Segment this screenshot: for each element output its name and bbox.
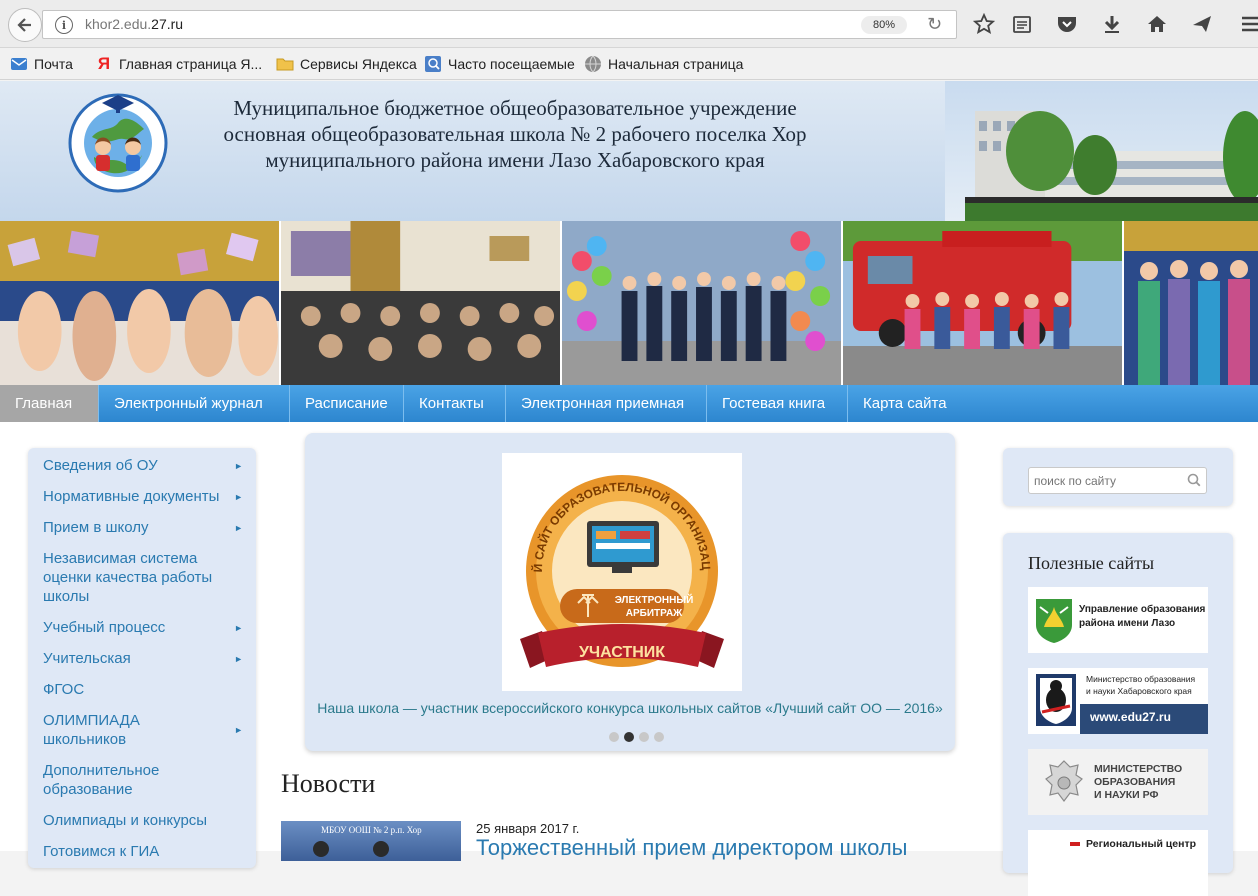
reading-list-icon[interactable] <box>1008 10 1036 38</box>
menu-item-gia[interactable]: Готовимся к ГИА <box>28 842 256 861</box>
search-panel <box>1003 448 1233 506</box>
nav-electronic-journal[interactable]: Электронный журнал <box>99 385 290 422</box>
khabarovsk-emblem-icon <box>1036 674 1076 726</box>
back-button[interactable] <box>8 8 42 42</box>
slider-dot-active[interactable] <box>624 732 634 742</box>
russian-eagle-emblem-icon <box>1045 760 1083 802</box>
site-card-lazo-education[interactable]: Управление образования района имени Лазо <box>1028 587 1208 653</box>
chevron-right-icon: ► <box>234 623 243 633</box>
menu-item-quality-assessment[interactable]: Независимая система оценки качества рабо… <box>28 549 256 606</box>
svg-text:АРБИТРАЖ: АРБИТРАЖ <box>626 608 683 619</box>
contest-badge[interactable]: ЛУЧШИЙ САЙТ ОБРАЗОВАТЕЛЬНОЙ ОРГАНИЗАЦИИ … <box>496 442 742 691</box>
photo-strip <box>0 221 1258 385</box>
zoom-level[interactable]: 80% <box>861 16 907 34</box>
menu-icon[interactable] <box>1236 10 1258 38</box>
chevron-right-icon: ► <box>234 523 243 533</box>
useful-sites-title: Полезные сайты <box>1028 553 1155 573</box>
svg-text:УЧАСТНИК: УЧАСТНИК <box>579 644 665 661</box>
folder-icon <box>276 58 294 71</box>
slide-caption[interactable]: Наша школа — участник всероссийского кон… <box>305 700 955 716</box>
back-arrow-icon <box>17 18 31 32</box>
menu-item-fgos[interactable]: ФГОС <box>28 680 256 699</box>
bookmark-start-page[interactable]: Начальная страница <box>584 55 743 73</box>
photo-graduates <box>0 221 281 385</box>
menu-item-olympiad[interactable]: ОЛИМПИАДА школьников ► <box>28 711 256 749</box>
lazo-district-emblem-icon <box>1036 599 1072 643</box>
reload-icon[interactable]: ↻ <box>927 14 942 35</box>
svg-text:ЭЛЕКТРОННЫЙ: ЭЛЕКТРОННЫЙ <box>615 593 694 606</box>
menu-item-extra-education[interactable]: Дополнительное образование <box>28 761 256 799</box>
menu-item-contests[interactable]: Олимпиады и конкурсы <box>28 811 256 830</box>
site-card-regional-center[interactable]: Региональный центр <box>1028 830 1208 896</box>
bookmark-star-icon[interactable] <box>970 10 998 38</box>
slider-dot[interactable] <box>609 732 619 742</box>
search-input[interactable] <box>1028 467 1207 494</box>
edu27-url: www.edu27.ru <box>1080 704 1208 734</box>
nav-guestbook[interactable]: Гостевая книга <box>707 385 848 422</box>
globe-icon <box>585 55 601 73</box>
bookmark-mail[interactable]: Почта <box>10 55 73 73</box>
nav-contacts[interactable]: Контакты <box>404 385 506 422</box>
slider-dot[interactable] <box>639 732 649 742</box>
menu-item-teachers-room[interactable]: Учительская ► <box>28 649 256 668</box>
contest-badge-image: ЛУЧШИЙ САЙТ ОБРАЗОВАТЕЛЬНОЙ ОРГАНИЗАЦИИ … <box>496 442 724 668</box>
slider-dot[interactable] <box>654 732 664 742</box>
bookmark-frequent[interactable]: Часто посещаемые <box>424 55 575 73</box>
url-bar[interactable]: i khor2.edu.27.ru 80% ↻ <box>42 10 957 39</box>
school-building-photo <box>945 81 1258 221</box>
photo-balloons <box>562 221 843 385</box>
bookmark-yandex[interactable]: Я Главная страница Я... <box>95 55 262 73</box>
news-date: 25 января 2017 г. <box>476 821 580 836</box>
bookmarks-bar: Почта Я Главная страница Я... Сервисы Ян… <box>0 48 1258 80</box>
slider-dots <box>609 732 664 742</box>
browser-toolbar: i khor2.edu.27.ru 80% ↻ <box>0 0 1258 48</box>
photo-fire-truck <box>843 221 1124 385</box>
search-icon[interactable] <box>1187 473 1201 487</box>
chevron-right-icon: ► <box>234 654 243 664</box>
useful-sites-panel: Полезные сайты Управление образования ра… <box>1003 533 1233 896</box>
nav-sitemap[interactable]: Карта сайта <box>848 385 962 422</box>
yandex-icon: Я <box>97 54 111 73</box>
url-text[interactable]: khor2.edu.27.ru <box>85 16 183 32</box>
news-thumb-caption: МБОУ ООШ № 2 р.п. Хор <box>321 825 422 835</box>
news-thumbnail[interactable]: МБОУ ООШ № 2 р.п. Хор <box>281 821 461 861</box>
info-icon[interactable]: i <box>55 16 73 34</box>
chevron-right-icon: ► <box>234 492 243 502</box>
site-card-edu27[interactable]: Министерство образования и науки Хабаров… <box>1028 668 1208 734</box>
pocket-icon[interactable] <box>1053 10 1081 38</box>
menu-item-regulations[interactable]: Нормативные документы ► <box>28 487 256 506</box>
frequent-icon <box>425 56 441 72</box>
school-name: Муниципальное бюджетное общеобразователь… <box>223 96 807 172</box>
left-menu: Сведения об ОУ ► Нормативные документы ► П… <box>28 448 256 868</box>
bookmark-yandex-services[interactable]: Сервисы Яндекса <box>276 55 417 73</box>
site-card-ministry-rf[interactable]: МИНИСТЕРСТВО ОБРАЗОВАНИЯ И НАУКИ РФ <box>1028 749 1208 815</box>
home-icon[interactable] <box>1143 10 1171 38</box>
send-icon[interactable] <box>1188 10 1216 38</box>
menu-item-school-info[interactable]: Сведения об ОУ ► <box>28 456 256 475</box>
school-logo[interactable] <box>58 85 178 197</box>
menu-item-education-process[interactable]: Учебный процесс ► <box>28 618 256 637</box>
download-icon[interactable] <box>1098 10 1126 38</box>
site-header: Муниципальное бюджетное общеобразователь… <box>0 81 1258 221</box>
news-title-link[interactable]: Торжественный прием директором школы <box>476 835 907 861</box>
photo-teachers <box>1124 221 1258 385</box>
nav-schedule[interactable]: Расписание <box>290 385 404 422</box>
menu-item-admission[interactable]: Прием в школу ► <box>28 518 256 537</box>
photo-assembly <box>281 221 562 385</box>
nav-electronic-reception[interactable]: Электронная приемная <box>506 385 707 422</box>
chevron-right-icon: ► <box>234 461 243 471</box>
featured-slider: ЛУЧШИЙ САЙТ ОБРАЗОВАТЕЛЬНОЙ ОРГАНИЗАЦИИ … <box>305 433 955 751</box>
chevron-right-icon: ► <box>234 725 243 735</box>
news-heading: Новости <box>281 769 376 798</box>
main-nav: Главная Электронный журнал Расписание Ко… <box>0 385 1258 422</box>
mail-icon <box>11 58 27 70</box>
nav-home[interactable]: Главная <box>0 385 99 422</box>
